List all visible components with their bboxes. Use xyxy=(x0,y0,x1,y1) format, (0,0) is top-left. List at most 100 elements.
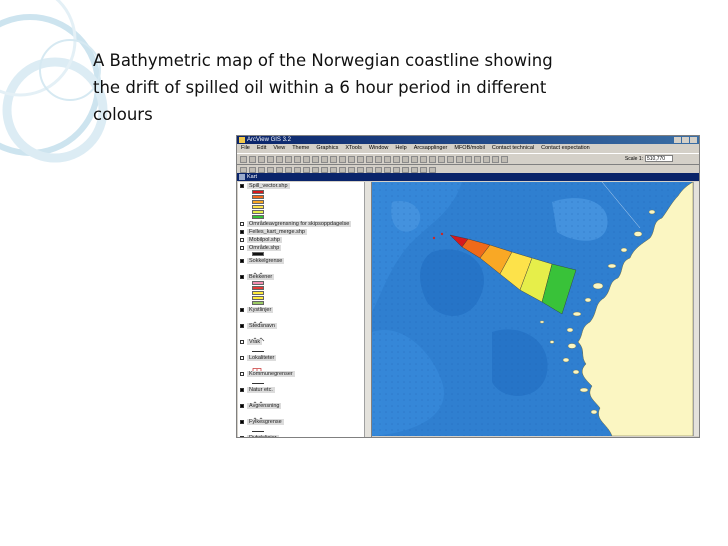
toc-layer[interactable]: Dybdelinjer xyxy=(238,434,371,437)
tool-button-icon[interactable] xyxy=(474,155,481,163)
toc-layer[interactable]: Område.shp xyxy=(238,244,371,252)
tool-button-icon[interactable] xyxy=(312,155,319,163)
tool-button-icon[interactable] xyxy=(249,166,256,173)
tool-button-icon[interactable] xyxy=(303,166,310,173)
tool-button-icon[interactable] xyxy=(438,155,445,163)
tool-button-icon[interactable] xyxy=(366,155,373,163)
tool-button-icon[interactable] xyxy=(411,155,418,163)
menu-item[interactable]: MFOB/mobil xyxy=(454,144,485,153)
menu-item[interactable]: Arcsapplinger xyxy=(414,144,448,153)
layer-checkbox[interactable] xyxy=(240,238,244,242)
tool-button-icon[interactable] xyxy=(384,166,391,173)
layer-checkbox[interactable] xyxy=(240,308,244,312)
tool-button-icon[interactable] xyxy=(447,155,454,163)
toc-layer[interactable]: Kystlinjer xyxy=(238,306,371,314)
tool-button-icon[interactable] xyxy=(501,155,508,163)
layer-checkbox[interactable] xyxy=(240,436,244,437)
tool-button-icon[interactable] xyxy=(393,155,400,163)
toc-layer[interactable]: Felles_kart_merge.shp xyxy=(238,228,371,236)
menu-item[interactable]: View xyxy=(273,144,285,153)
toc-layer[interactable]: Fylkesgrense xyxy=(238,418,371,426)
tool-button-icon[interactable] xyxy=(492,155,499,163)
tool-button-icon[interactable] xyxy=(249,155,256,163)
tool-button-icon[interactable] xyxy=(276,166,283,173)
tool-button-icon[interactable] xyxy=(339,166,346,173)
tool-button-icon[interactable] xyxy=(411,166,418,173)
layer-checkbox[interactable] xyxy=(240,275,244,279)
layer-checkbox[interactable] xyxy=(240,184,244,188)
tool-button-icon[interactable] xyxy=(258,166,265,173)
tool-button-icon[interactable] xyxy=(375,166,382,173)
toc-layer[interactable]: Områdeavgrensning for skipsoppdagelse xyxy=(238,220,371,228)
tool-button-icon[interactable] xyxy=(357,166,364,173)
map-view[interactable] xyxy=(372,182,693,436)
tool-button-icon[interactable] xyxy=(321,166,328,173)
toc-layer[interactable]: Vrak xyxy=(238,338,371,346)
tool-button-icon[interactable] xyxy=(240,166,247,173)
tool-button-icon[interactable] xyxy=(420,155,427,163)
tool-button-icon[interactable] xyxy=(267,155,274,163)
tool-button-icon[interactable] xyxy=(303,155,310,163)
layer-checkbox[interactable] xyxy=(240,404,244,408)
maximize-icon[interactable] xyxy=(682,137,689,143)
toc-layer[interactable]: Mobilpol.shp xyxy=(238,236,371,244)
tool-button-icon[interactable] xyxy=(285,166,292,173)
menu-item[interactable]: Contact expectation xyxy=(541,144,590,153)
menu-item[interactable]: Theme xyxy=(292,144,309,153)
tool-button-icon[interactable] xyxy=(402,166,409,173)
toc-layer[interactable]: Lokaliteter xyxy=(238,354,371,362)
layer-checkbox[interactable] xyxy=(240,356,244,360)
tool-button-icon[interactable] xyxy=(384,155,391,163)
layer-checkbox[interactable] xyxy=(240,246,244,250)
toc-layer[interactable]: Spill_vector.shp xyxy=(238,182,371,190)
tool-button-icon[interactable] xyxy=(483,155,490,163)
toc-layer[interactable]: Kommunegrenser xyxy=(238,370,371,378)
tool-button-icon[interactable] xyxy=(312,166,319,173)
menu-item[interactable]: Window xyxy=(369,144,389,153)
close-icon[interactable] xyxy=(690,137,697,143)
layer-checkbox[interactable] xyxy=(240,372,244,376)
toc-layer[interactable]: Stedsnavn xyxy=(238,322,371,330)
tool-button-icon[interactable] xyxy=(375,155,382,163)
tool-button-icon[interactable] xyxy=(330,155,337,163)
toc-layer[interactable]: Natur etc. xyxy=(238,386,371,394)
menu-item[interactable]: Contact technical xyxy=(492,144,534,153)
tool-button-icon[interactable] xyxy=(258,155,265,163)
minimize-icon[interactable] xyxy=(674,137,681,143)
tool-button-icon[interactable] xyxy=(465,155,472,163)
layer-checkbox[interactable] xyxy=(240,259,244,263)
scale-input[interactable]: 510,770 xyxy=(645,155,673,162)
tool-button-icon[interactable] xyxy=(429,155,436,163)
map-scrollbar[interactable] xyxy=(693,182,699,436)
toc-layer[interactable]: Avgrensning xyxy=(238,402,371,410)
menu-item[interactable]: Graphics xyxy=(316,144,338,153)
menu-item[interactable]: File xyxy=(241,144,250,153)
layer-checkbox[interactable] xyxy=(240,388,244,392)
tool-button-icon[interactable] xyxy=(294,166,301,173)
tool-button-icon[interactable] xyxy=(267,166,274,173)
layer-checkbox[interactable] xyxy=(240,222,244,226)
tool-button-icon[interactable] xyxy=(339,155,346,163)
menu-item[interactable]: XTools xyxy=(345,144,362,153)
tool-button-icon[interactable] xyxy=(348,155,355,163)
tool-button-icon[interactable] xyxy=(456,155,463,163)
tool-button-icon[interactable] xyxy=(330,166,337,173)
tool-button-icon[interactable] xyxy=(420,166,427,173)
menu-item[interactable]: Help xyxy=(395,144,406,153)
layer-checkbox[interactable] xyxy=(240,420,244,424)
tool-button-icon[interactable] xyxy=(366,166,373,173)
tool-button-icon[interactable] xyxy=(240,155,247,163)
tool-button-icon[interactable] xyxy=(294,155,301,163)
tool-button-icon[interactable] xyxy=(402,155,409,163)
layer-checkbox[interactable] xyxy=(240,230,244,234)
tool-button-icon[interactable] xyxy=(321,155,328,163)
toc-layer[interactable]: Sokkelgrense xyxy=(238,257,371,265)
toc-layer[interactable]: Bekkener xyxy=(238,273,371,281)
layer-checkbox[interactable] xyxy=(240,324,244,328)
tool-button-icon[interactable] xyxy=(357,155,364,163)
menu-item[interactable]: Edit xyxy=(257,144,266,153)
tool-button-icon[interactable] xyxy=(285,155,292,163)
tool-button-icon[interactable] xyxy=(276,155,283,163)
tool-button-icon[interactable] xyxy=(348,166,355,173)
tool-button-icon[interactable] xyxy=(393,166,400,173)
